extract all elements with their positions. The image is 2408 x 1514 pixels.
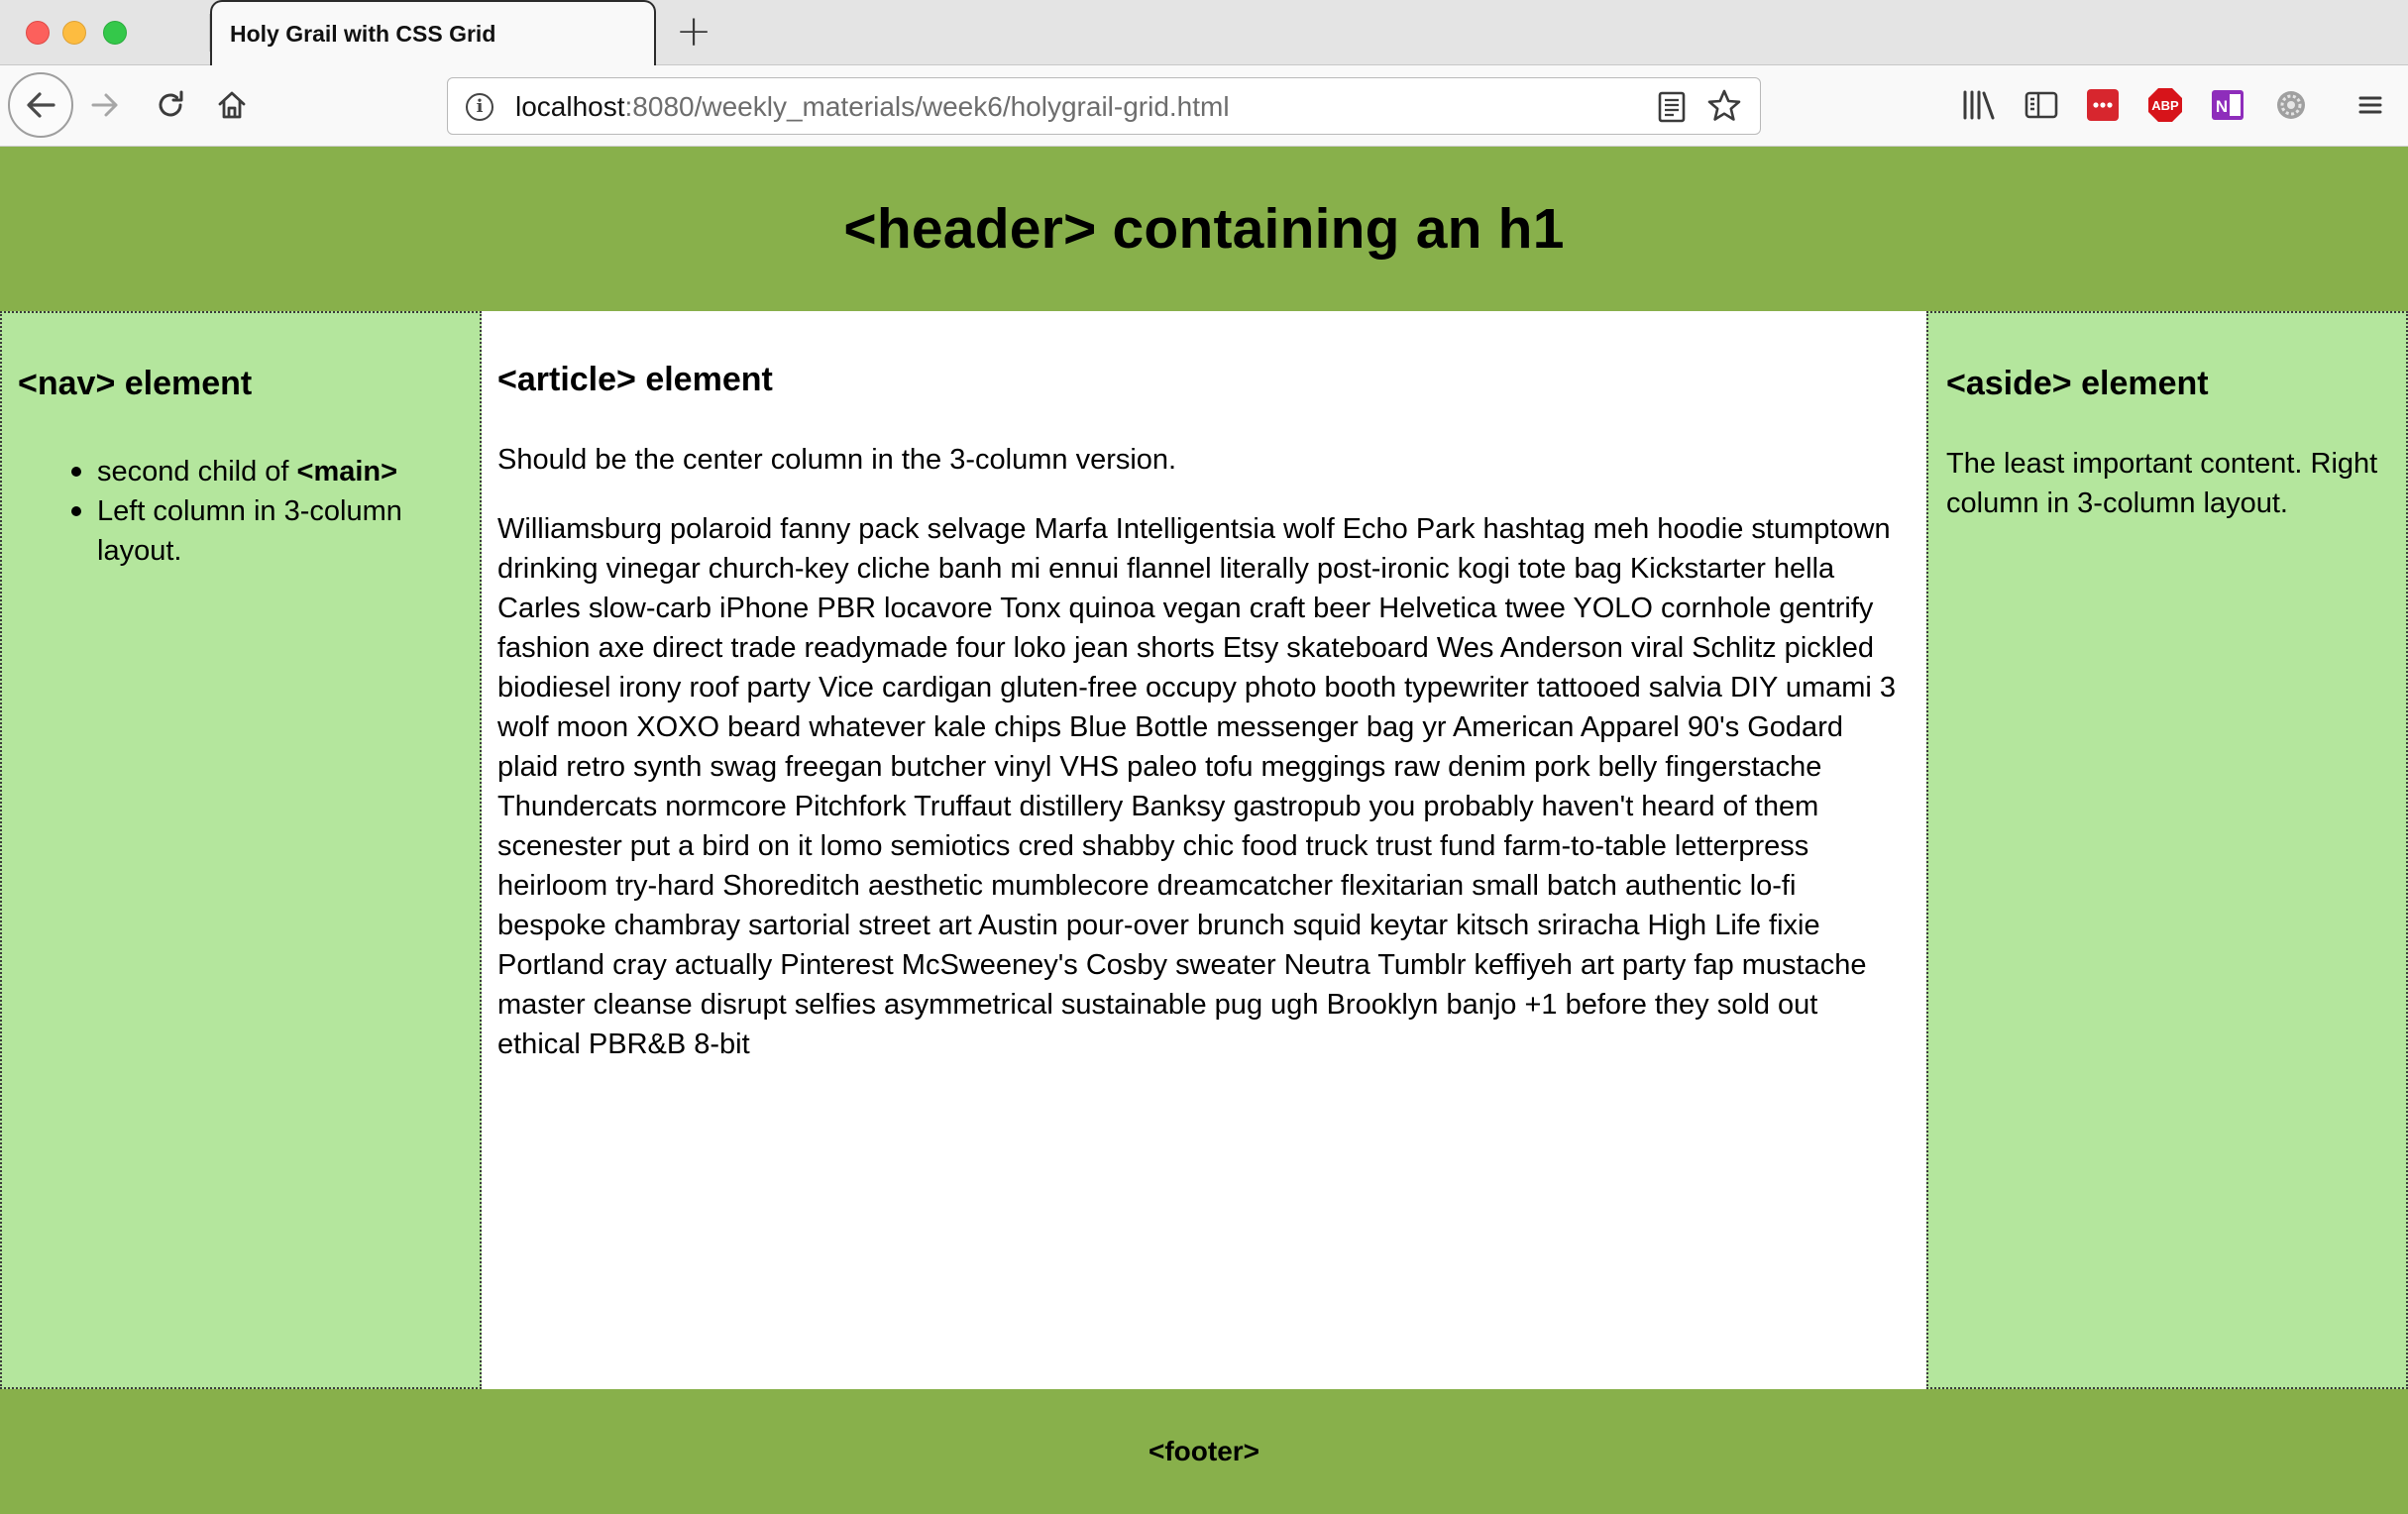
reader-view-icon[interactable] xyxy=(1655,90,1689,124)
bookmark-star-icon[interactable] xyxy=(1706,88,1742,124)
article-column: <article> element Should be the center c… xyxy=(482,311,1926,1389)
pocket-icon[interactable] xyxy=(2083,85,2123,125)
back-arrow-icon xyxy=(27,92,55,118)
footer-text: <footer> xyxy=(1148,1436,1260,1466)
maximize-window-button[interactable] xyxy=(103,21,127,45)
aside-column: <aside> element The least important cont… xyxy=(1926,311,2408,1389)
article-intro: Should be the center column in the 3-col… xyxy=(497,444,1177,476)
url-host: localhost xyxy=(515,91,625,122)
home-button[interactable] xyxy=(208,81,256,129)
page-header: <header> containing an h1 xyxy=(0,147,2408,311)
reload-icon xyxy=(159,90,183,117)
nav-column: <nav> element second child of <main> Lef… xyxy=(0,311,482,1389)
nav-heading: <nav> element xyxy=(18,365,253,402)
aside-heading: <aside> element xyxy=(1946,365,2209,402)
minimize-window-button[interactable] xyxy=(62,21,86,45)
onenote-label: N xyxy=(2216,97,2228,116)
page-viewport: <header> containing an h1 <nav> element … xyxy=(0,147,2408,1514)
nav-list: second child of <main> Left column in 3-… xyxy=(71,452,464,571)
menu-icon[interactable] xyxy=(2351,85,2390,125)
navigation-toolbar: i localhost:8080/weekly_materials/week6/… xyxy=(0,65,2408,147)
article-body: Williamsburg polaroid fanny pack selvage… xyxy=(497,513,1897,1060)
address-bar[interactable]: i localhost:8080/weekly_materials/week6/… xyxy=(447,77,1761,135)
home-icon xyxy=(218,91,246,119)
page-footer: <footer> xyxy=(0,1389,2408,1514)
url-path: :8080/weekly_materials/week6/holygrail-g… xyxy=(624,91,1230,122)
adblock-label: ABP xyxy=(2151,98,2179,113)
tab-bar: Holy Grail with CSS Grid + xyxy=(0,0,2408,65)
article-heading: <article> element xyxy=(497,361,773,398)
tab-active[interactable]: Holy Grail with CSS Grid xyxy=(210,0,656,65)
back-button[interactable] xyxy=(8,72,73,138)
forward-button[interactable] xyxy=(81,81,129,129)
adblock-icon[interactable]: ABP xyxy=(2145,85,2185,125)
url-text[interactable]: localhost:8080/weekly_materials/week6/ho… xyxy=(515,91,1230,123)
tab-title: Holy Grail with CSS Grid xyxy=(230,21,496,47)
settings-gear-icon[interactable] xyxy=(2271,85,2311,125)
nav-item-text: second child of xyxy=(97,456,297,487)
page-title: <header> containing an h1 xyxy=(843,197,1565,261)
forward-arrow-icon xyxy=(91,93,118,117)
aside-text: The least important content. Right colum… xyxy=(1946,448,2378,519)
nav-list-item: second child of <main> xyxy=(71,452,464,491)
sidebar-icon[interactable] xyxy=(2022,85,2061,125)
onenote-icon[interactable]: N xyxy=(2208,85,2247,125)
new-tab-button[interactable]: + xyxy=(674,10,713,54)
library-icon[interactable] xyxy=(1959,85,1999,125)
site-info-icon[interactable]: i xyxy=(466,93,493,121)
nav-list-item: Left column in 3-column layout. xyxy=(71,491,464,571)
nav-item-bold-text: <main> xyxy=(296,456,398,487)
close-window-button[interactable] xyxy=(26,21,50,45)
reload-button[interactable] xyxy=(147,81,194,129)
